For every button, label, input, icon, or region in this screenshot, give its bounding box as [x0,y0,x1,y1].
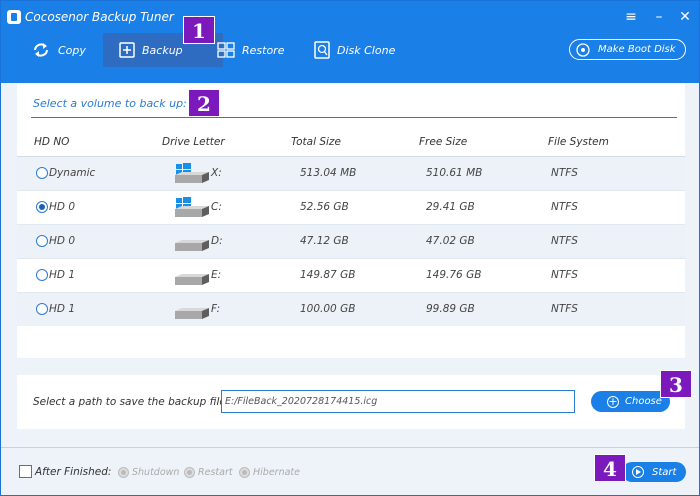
drive-icon [175,274,209,285]
drive-icon [175,240,209,251]
step-marker-1: 1 [183,16,215,44]
close-icon[interactable]: ✕ [675,7,695,27]
cell-hd-no: HD 0 [49,235,75,247]
plus-circle-icon: + [607,394,619,408]
shutdown-radio[interactable] [118,467,129,478]
cell-total-size: 513.04 MB [300,167,357,179]
hibernate-radio[interactable] [239,467,250,478]
cell-drive-letter: E: [211,269,222,281]
nav-disk-clone[interactable]: Disk Clone [314,33,395,67]
volume-radio[interactable] [36,201,48,213]
choose-button[interactable]: + Choose [591,391,670,412]
play-icon [632,466,644,478]
cell-total-size: 100.00 GB [300,303,356,315]
hibernate-option[interactable]: Hibernate [239,467,300,478]
after-finished-label: After Finished: [35,466,112,478]
copy-icon [34,43,48,57]
shutdown-label: Shutdown [132,467,180,478]
cell-file-system: NTFS [551,269,578,281]
volume-row[interactable]: Dynamic X: 513.04 MB 510.61 MB NTFS [17,157,685,190]
cell-drive-letter: D: [211,235,223,247]
cell-file-system: NTFS [551,303,578,315]
nav-backup-label: Backup [142,43,183,57]
cell-free-size: 149.76 GB [426,269,482,281]
step-marker-3: 3 [660,370,692,398]
col-header-drive-letter: Drive Letter [162,136,225,148]
volume-radio[interactable] [36,235,48,247]
cell-free-size: 510.61 MB [426,167,483,179]
app-title: Cocosenor Backup Tuner [25,10,174,24]
backup-icon [119,42,135,58]
volume-radio[interactable] [36,303,48,315]
after-finished-checkbox[interactable] [19,465,32,478]
cell-file-system: NTFS [551,235,578,247]
col-header-total-size: Total Size [291,136,341,148]
cell-hd-no: HD 1 [49,269,75,281]
windows-drive-icon [175,163,209,183]
disk-clone-icon [314,41,330,59]
nav-restore-label: Restore [242,43,285,57]
cell-total-size: 52.56 GB [300,201,349,213]
make-boot-disk-label: Make Boot Disk [598,44,676,55]
restart-option[interactable]: Restart [184,467,233,478]
cell-file-system: NTFS [551,167,578,179]
title-bar: Cocosenor Backup Tuner ≡ – ✕ [1,1,699,33]
restore-icon [217,42,235,58]
nav-copy-label: Copy [58,43,86,57]
drive-icon [175,308,209,319]
volume-panel: Select a volume to back up: HD NO Drive … [17,83,685,358]
volume-heading: Select a volume to back up: [33,97,187,110]
make-boot-disk-button[interactable]: Make Boot Disk [569,39,686,60]
footer-divider [1,447,699,448]
col-header-free-size: Free Size [419,136,468,148]
path-label: Select a path to save the backup file: [33,396,230,408]
volume-row[interactable]: HD 0 C: 52.56 GB 29.41 GB NTFS [17,191,685,224]
nav-disk-clone-label: Disk Clone [337,43,396,57]
cell-drive-letter: X: [211,167,222,179]
menu-icon[interactable]: ≡ [621,7,641,27]
nav-restore[interactable]: Restore [217,33,284,67]
cell-hd-no: HD 1 [49,303,75,315]
minimize-icon[interactable]: – [649,7,669,27]
heading-underline [31,117,677,118]
nav-copy[interactable]: Copy [31,33,86,67]
volume-row[interactable]: HD 0 D: 47.12 GB 47.02 GB NTFS [17,225,685,258]
cell-drive-letter: F: [211,303,221,315]
col-header-file-system: File System [548,136,609,148]
cell-total-size: 47.12 GB [300,235,349,247]
choose-label: Choose [625,396,662,407]
step-marker-4: 4 [594,454,626,482]
volume-radio[interactable] [36,269,48,281]
shutdown-option[interactable]: Shutdown [118,467,179,478]
cell-hd-no: HD 0 [49,201,75,213]
volume-row[interactable]: HD 1 F: 100.00 GB 99.89 GB NTFS [17,293,685,326]
cell-file-system: NTFS [551,201,578,213]
windows-drive-icon [175,197,209,217]
header: Cocosenor Backup Tuner ≡ – ✕ Copy Backup [1,1,699,83]
volume-row[interactable]: HD 1 E: 149.87 GB 149.76 GB NTFS [17,259,685,292]
cell-free-size: 29.41 GB [426,201,475,213]
app-window: Cocosenor Backup Tuner ≡ – ✕ Copy Backup [0,0,700,496]
start-button[interactable]: Start [622,462,686,482]
cell-total-size: 149.87 GB [300,269,356,281]
cell-drive-letter: C: [211,201,222,213]
boot-disk-icon [576,42,590,57]
step-marker-2: 2 [188,89,220,117]
cell-hd-no: Dynamic [49,167,96,179]
app-logo-icon [7,10,21,24]
backup-path-input[interactable] [221,390,575,413]
col-header-hd-no: HD NO [34,136,70,148]
start-label: Start [652,466,677,478]
cell-free-size: 47.02 GB [426,235,475,247]
cell-free-size: 99.89 GB [426,303,475,315]
restart-label: Restart [198,467,233,478]
hibernate-label: Hibernate [253,467,300,478]
restart-radio[interactable] [184,467,195,478]
volume-radio[interactable] [36,167,48,179]
path-panel: Select a path to save the backup file: +… [17,375,685,429]
